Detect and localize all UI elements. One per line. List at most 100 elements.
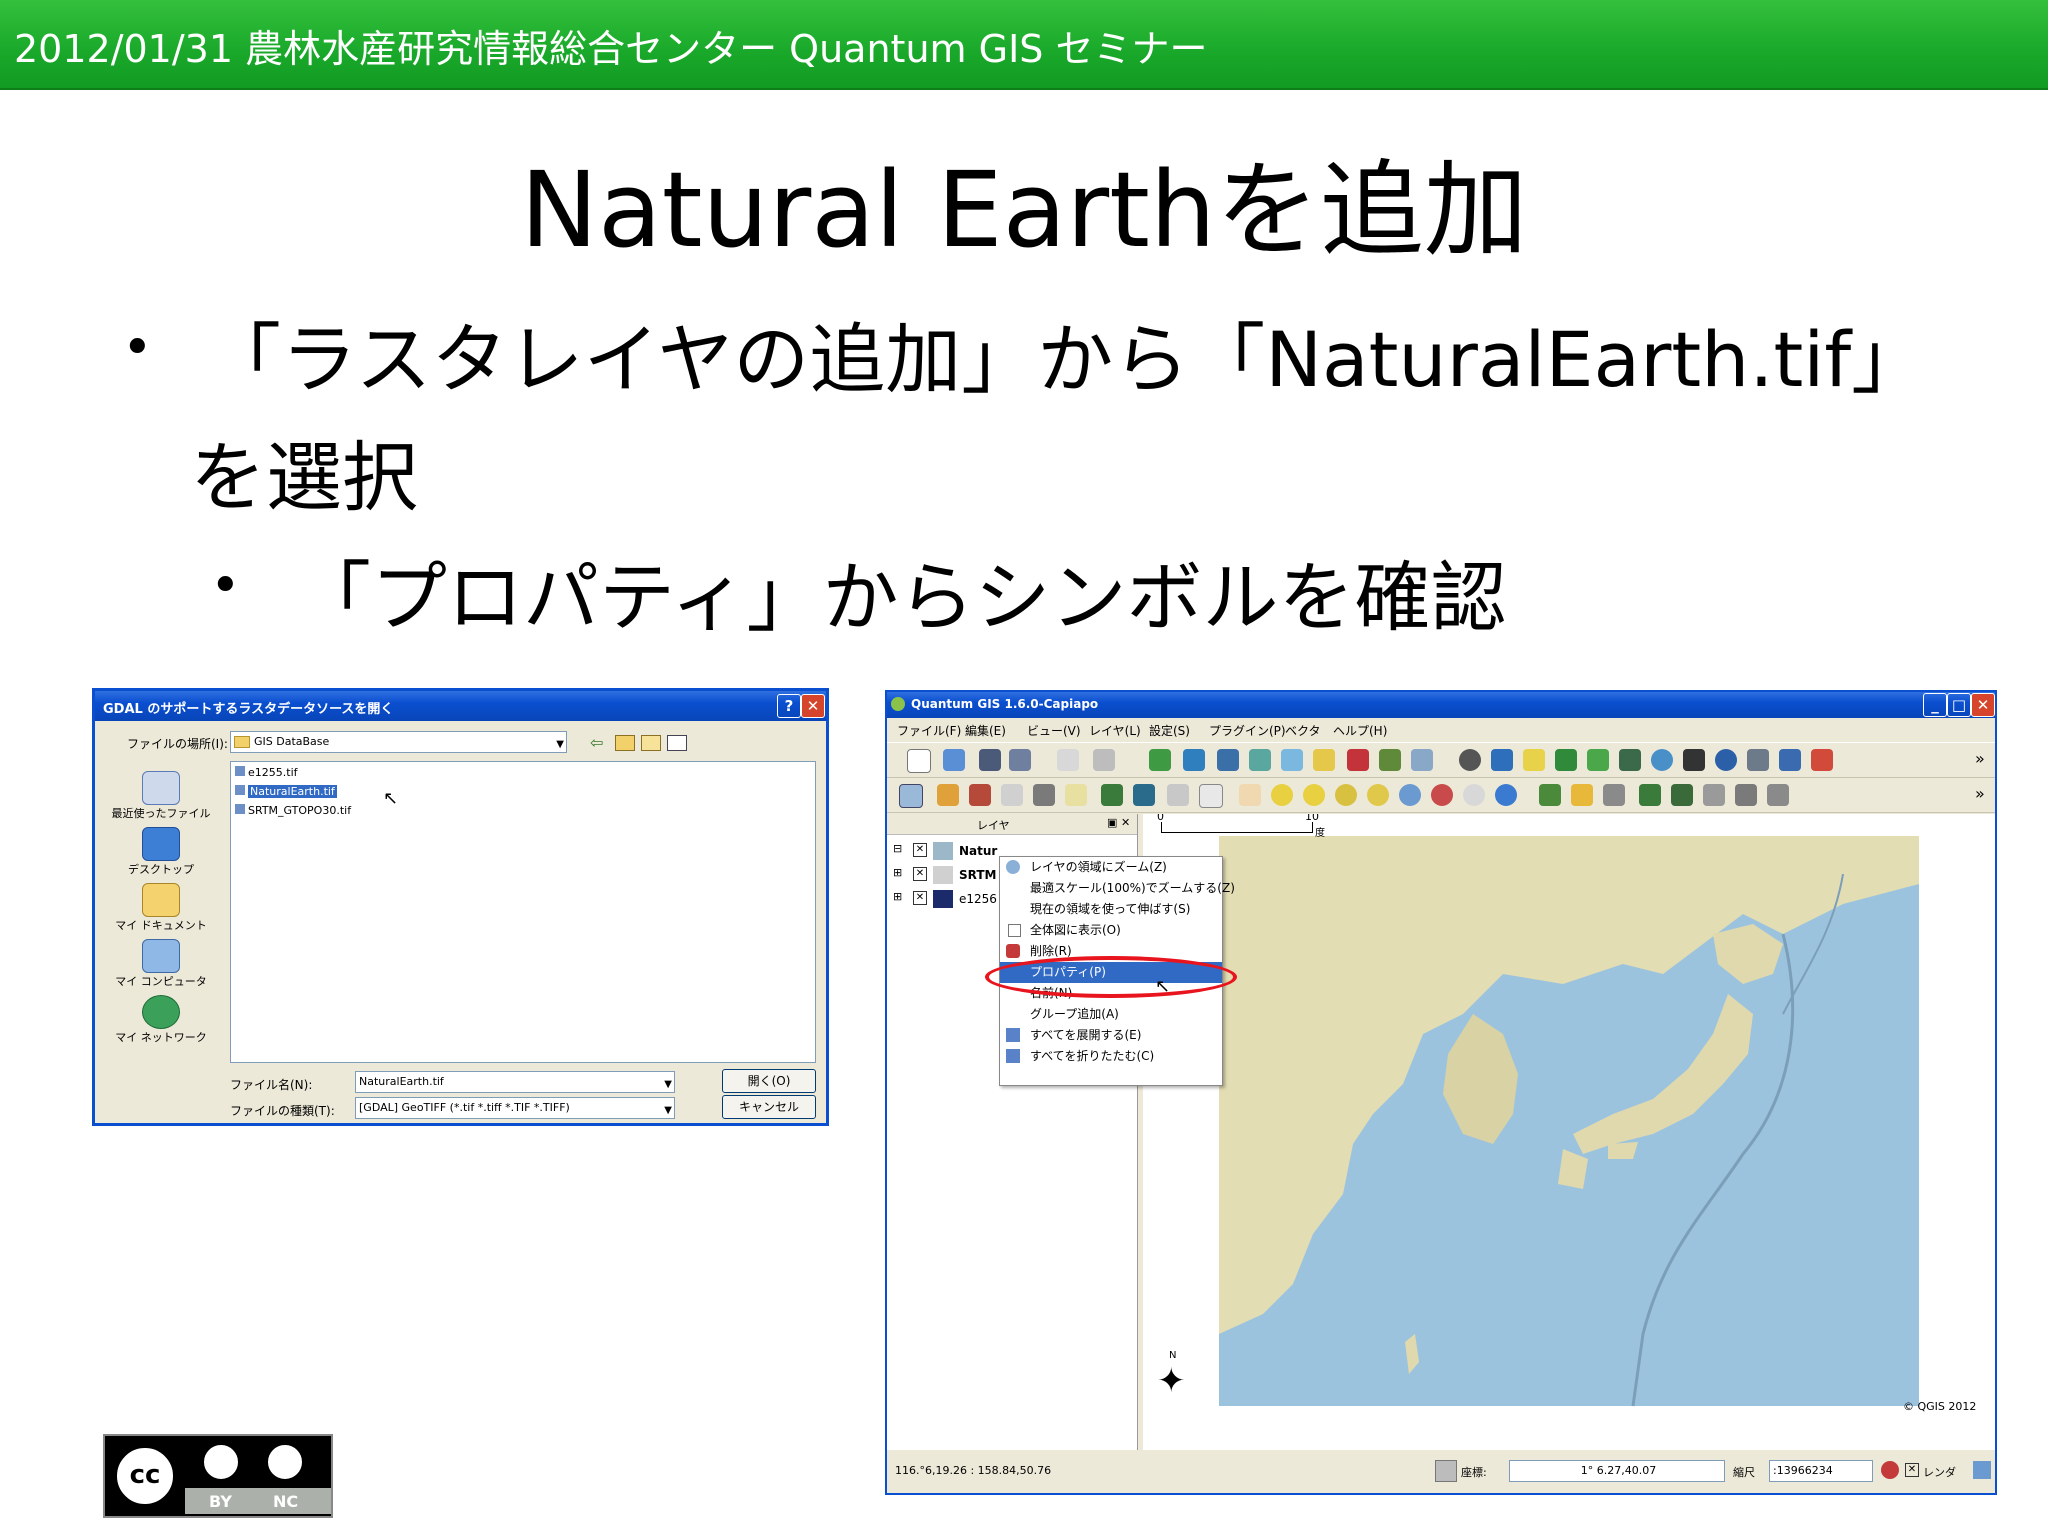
layer-visibility-checkbox[interactable]: ✕ xyxy=(913,867,927,881)
open-button[interactable]: 開く(O) xyxy=(722,1069,816,1093)
place-recent[interactable]: 最近使ったファイル xyxy=(103,771,219,827)
menu-help[interactable]: ヘルプ(H) xyxy=(1333,722,1387,739)
stop-render-icon[interactable] xyxy=(1881,1461,1899,1479)
layer-visibility-checkbox[interactable]: ✕ xyxy=(913,843,927,857)
place-my-computer[interactable]: マイ コンピュータ xyxy=(103,939,219,995)
layer-visibility-checkbox[interactable]: ✕ xyxy=(913,891,927,905)
add-spatialite-layer-icon[interactable] xyxy=(1249,749,1271,771)
menu-zoom-best-scale[interactable]: 最適スケール(100%)でズームする(Z) xyxy=(1000,878,1235,899)
coord-toggle-icon[interactable] xyxy=(1435,1460,1457,1482)
zoom-home-icon[interactable] xyxy=(1133,784,1155,806)
plugin-manager-icon[interactable] xyxy=(1411,749,1433,771)
up-folder-icon[interactable] xyxy=(615,735,635,751)
select-icon[interactable] xyxy=(1167,784,1189,806)
remove-layer-icon[interactable] xyxy=(1347,749,1369,771)
menu-settings[interactable]: 設定(S) xyxy=(1149,722,1190,739)
pan-identify-icon[interactable] xyxy=(899,784,923,808)
zoom-selection-icon[interactable] xyxy=(1367,784,1389,806)
new-folder-icon[interactable] xyxy=(641,735,661,751)
add-vector-layer-icon[interactable] xyxy=(1149,749,1171,771)
close-icon[interactable]: ✕ xyxy=(1971,693,1995,717)
file-item-selected[interactable]: NaturalEarth.tif xyxy=(235,785,337,798)
open-project-icon[interactable] xyxy=(943,749,965,771)
pdf-icon[interactable] xyxy=(1811,749,1833,771)
save-as-icon[interactable] xyxy=(1009,749,1031,771)
menu-stretch-current-extent[interactable]: 現在の領域を使って伸ばす(S) xyxy=(1000,899,1222,920)
menu-file[interactable]: ファイル(F) xyxy=(897,722,961,739)
expand-icon[interactable]: ⊞ xyxy=(893,866,902,879)
annotation-icon[interactable] xyxy=(1065,784,1087,806)
render-checkbox[interactable]: ✕ xyxy=(1905,1463,1919,1477)
menu-expand-all[interactable]: すべてを展開する(E) xyxy=(1000,1025,1222,1046)
raster-plugin-6-icon[interactable] xyxy=(1703,784,1725,806)
edit-pencil-icon[interactable] xyxy=(937,784,959,806)
map-canvas[interactable]: 0 10 度 N ✦ © QGIS 2012 xyxy=(1143,814,1995,1450)
look-in-select[interactable]: GIS DataBase ▼ xyxy=(230,731,567,753)
menu-add-group[interactable]: グループ追加(A) xyxy=(1000,1004,1222,1025)
print-composer-icon[interactable] xyxy=(1057,749,1079,771)
coord-field[interactable]: 1° 6.27,40.07 xyxy=(1509,1460,1725,1482)
filename-input[interactable]: NaturalEarth.tif ▼ xyxy=(355,1071,675,1093)
filetype-select[interactable]: [GDAL] GeoTIFF (*.tif *.tiff *.TIF *.TIF… xyxy=(355,1097,675,1119)
close-button[interactable]: ✕ xyxy=(801,694,825,718)
menu-zoom-to-layer[interactable]: レイヤの領域にズーム(Z) xyxy=(1000,857,1222,878)
place-desktop[interactable]: デスクトップ xyxy=(103,827,219,883)
zoom-out-icon[interactable] xyxy=(1303,784,1325,806)
minimize-icon[interactable]: _ xyxy=(1923,693,1947,717)
measure-icon[interactable] xyxy=(1033,784,1055,806)
menu-plugins[interactable]: プラグイン(P) xyxy=(1209,722,1286,739)
zoom-last-icon[interactable] xyxy=(1431,784,1453,806)
toolbar-more-icon[interactable]: » xyxy=(1975,749,1985,768)
raster-plugin-3-icon[interactable] xyxy=(1603,784,1625,806)
menu-edit[interactable]: 編集(E) xyxy=(965,722,1006,739)
toolbar-more-icon[interactable]: » xyxy=(1975,784,1985,803)
menu-view[interactable]: ビュー(V) xyxy=(1027,722,1081,739)
histogram-icon[interactable] xyxy=(1683,749,1705,771)
refresh-icon[interactable] xyxy=(1495,784,1517,806)
zoom-next-icon[interactable] xyxy=(1463,784,1485,806)
view-menu-icon[interactable] xyxy=(667,735,687,751)
zoom-in-icon[interactable] xyxy=(1271,784,1293,806)
raster-plugin-4-icon[interactable] xyxy=(1639,784,1661,806)
file-list[interactable]: e1255.tif NaturalEarth.tif SRTM_GTOPO30.… xyxy=(230,761,816,1063)
scale-field[interactable]: :13966234 xyxy=(1769,1460,1873,1482)
menu-collapse-all[interactable]: すべてを折りたたむ(C) xyxy=(1000,1046,1222,1067)
save-project-icon[interactable] xyxy=(979,749,1001,771)
north-arrow-icon[interactable] xyxy=(1715,749,1737,771)
projection-icon[interactable] xyxy=(1973,1461,1991,1479)
capture-point-icon[interactable] xyxy=(969,784,991,806)
grass-icon[interactable] xyxy=(1555,749,1577,771)
add-wms-layer-icon[interactable] xyxy=(1281,749,1303,771)
add-postgis-layer-icon[interactable] xyxy=(1217,749,1239,771)
collapse-icon[interactable]: ⊟ xyxy=(893,842,902,855)
new-project-icon[interactable] xyxy=(907,749,931,773)
python-icon[interactable] xyxy=(1779,749,1801,771)
d2-plugin-icon[interactable] xyxy=(1523,749,1545,771)
raster-plugin-1-icon[interactable] xyxy=(1539,784,1561,806)
raster-plugin-2-icon[interactable] xyxy=(1571,784,1593,806)
pan-hand-icon[interactable] xyxy=(1239,784,1261,806)
file-item[interactable]: SRTM_GTOPO30.tif xyxy=(235,804,351,817)
raster-plugin-8-icon[interactable] xyxy=(1767,784,1789,806)
help-button[interactable]: ? xyxy=(777,694,801,718)
add-wfs-layer-icon[interactable] xyxy=(1379,749,1401,771)
raster-plugin-5-icon[interactable] xyxy=(1671,784,1693,806)
close-panel-icon[interactable]: ✕ xyxy=(1121,816,1130,829)
home-icon[interactable] xyxy=(1101,784,1123,806)
print-icon[interactable] xyxy=(1093,749,1115,771)
image-icon[interactable] xyxy=(1619,749,1641,771)
deselect-icon[interactable] xyxy=(1199,784,1223,808)
back-icon[interactable]: ⇦ xyxy=(590,733,603,752)
attribute-table-icon[interactable] xyxy=(1001,784,1023,806)
globe-icon[interactable] xyxy=(1651,749,1673,771)
cancel-button[interactable]: キャンセル xyxy=(722,1095,816,1119)
new-layer-icon[interactable] xyxy=(1313,749,1335,771)
file-item[interactable]: e1255.tif xyxy=(235,766,298,779)
float-panel-icon[interactable]: ▣ xyxy=(1107,816,1117,829)
menu-layer[interactable]: レイヤ(L) xyxy=(1089,722,1141,739)
raster-plugin-7-icon[interactable] xyxy=(1735,784,1757,806)
add-raster-layer-icon[interactable] xyxy=(1183,749,1205,771)
place-network[interactable]: マイ ネットワーク xyxy=(103,995,219,1051)
copyright-icon[interactable] xyxy=(1459,749,1481,771)
expand-icon[interactable]: ⊞ xyxy=(893,890,902,903)
